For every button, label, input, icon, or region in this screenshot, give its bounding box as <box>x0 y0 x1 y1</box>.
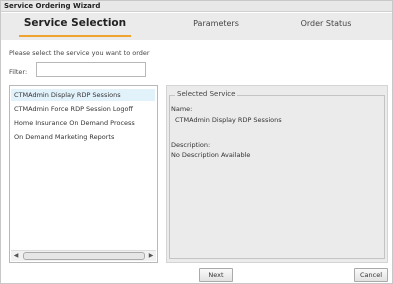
scroll-right-arrow-icon[interactable]: ▶ <box>147 252 155 260</box>
service-list-item[interactable]: CTMAdmin Display RDP Sessions <box>11 89 155 101</box>
tab-bar: Service Selection Parameters Order Statu… <box>1 13 392 40</box>
cancel-button[interactable]: Cancel <box>354 268 388 282</box>
selected-service-legend: Selected Service <box>175 90 238 98</box>
filter-input[interactable] <box>36 62 146 77</box>
tab-order-status[interactable]: Order Status <box>291 13 361 40</box>
service-list-item[interactable]: On Demand Marketing Reports <box>11 131 155 143</box>
service-list-item[interactable]: Home Insurance On Demand Process <box>11 117 155 129</box>
horizontal-scrollbar[interactable]: ◀ ▶ <box>11 250 156 261</box>
instructions-text: Please select the service you want to or… <box>9 49 150 57</box>
description-value: No Description Available <box>171 151 251 159</box>
window-title: Service Ordering Wizard <box>1 1 392 12</box>
scrollbar-thumb[interactable] <box>23 252 145 260</box>
active-tab-indicator <box>19 35 131 37</box>
description-label: Description: <box>171 141 211 149</box>
name-label: Name: <box>171 105 193 113</box>
tab-label: Parameters <box>193 19 239 28</box>
tab-label: Service Selection <box>23 17 127 29</box>
tab-service-selection[interactable]: Service Selection <box>15 13 135 40</box>
next-button[interactable]: Next <box>199 268 233 282</box>
filter-label: Filter: <box>9 68 28 76</box>
service-name-value: CTMAdmin Display RDP Sessions <box>175 116 282 124</box>
selected-service-panel: Selected Service Name: CTMAdmin Display … <box>166 85 388 263</box>
tab-parameters[interactable]: Parameters <box>181 13 251 40</box>
tab-label: Order Status <box>300 19 352 28</box>
wizard-window: Service Ordering Wizard Service Selectio… <box>0 0 393 284</box>
service-list-item[interactable]: CTMAdmin Force RDP Session Logoff <box>11 103 155 115</box>
service-list[interactable]: CTMAdmin Display RDP Sessions CTMAdmin F… <box>9 85 158 263</box>
scroll-left-arrow-icon[interactable]: ◀ <box>12 252 20 260</box>
